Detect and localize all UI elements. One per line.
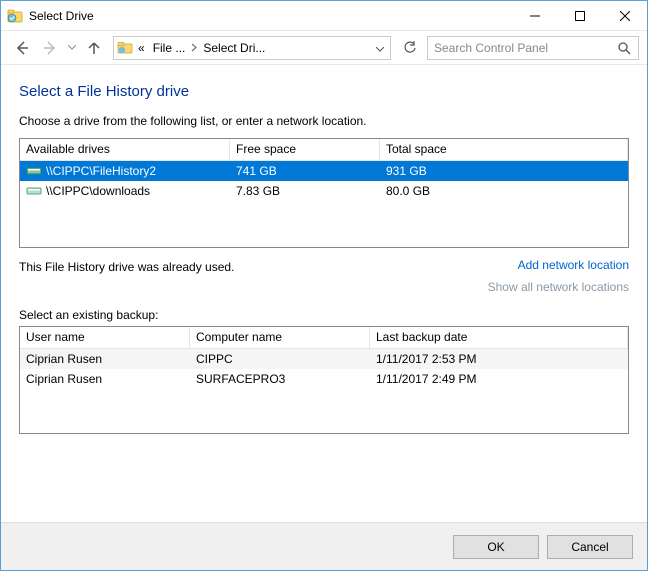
col-user-name[interactable]: User name bbox=[20, 327, 190, 348]
table-row[interactable]: \\CIPPC\FileHistory2 741 GB 931 GB bbox=[20, 161, 628, 181]
status-row: This File History drive was already used… bbox=[19, 258, 629, 294]
drives-table: Available drives Free space Total space … bbox=[19, 138, 629, 248]
table-row[interactable]: \\CIPPC\downloads 7.83 GB 80.0 GB bbox=[20, 181, 628, 201]
app-icon bbox=[7, 8, 23, 24]
ok-button[interactable]: OK bbox=[453, 535, 539, 559]
col-free-space[interactable]: Free space bbox=[230, 139, 380, 160]
breadcrumb-prefix[interactable]: « bbox=[134, 41, 149, 55]
address-dropdown-button[interactable] bbox=[372, 41, 388, 55]
drive-free: 741 GB bbox=[230, 162, 380, 180]
refresh-button[interactable] bbox=[397, 36, 421, 60]
col-last-backup[interactable]: Last backup date bbox=[370, 327, 628, 348]
close-button[interactable] bbox=[602, 1, 647, 30]
backups-table: User name Computer name Last backup date… bbox=[19, 326, 629, 434]
links: Add network location Show all network lo… bbox=[488, 258, 629, 294]
minimize-button[interactable] bbox=[512, 1, 557, 30]
navbar: « File ... Select Dri... bbox=[1, 31, 647, 65]
backups-label: Select an existing backup: bbox=[19, 308, 629, 322]
col-computer-name[interactable]: Computer name bbox=[190, 327, 370, 348]
backup-user: Ciprian Rusen bbox=[20, 350, 190, 368]
breadcrumb-part1[interactable]: File ... bbox=[149, 41, 190, 55]
show-all-network-locations-link[interactable]: Show all network locations bbox=[488, 280, 629, 294]
table-row[interactable]: Ciprian Rusen SURFACEPRO3 1/11/2017 2:49… bbox=[20, 369, 628, 389]
recent-dropdown-button[interactable] bbox=[65, 35, 79, 61]
breadcrumb-part2[interactable]: Select Dri... bbox=[199, 41, 269, 55]
button-bar: OK Cancel bbox=[1, 522, 647, 570]
backup-date: 1/11/2017 2:53 PM bbox=[370, 350, 628, 368]
page-title: Select a File History drive bbox=[19, 83, 629, 100]
back-button[interactable] bbox=[9, 35, 35, 61]
backup-user: Ciprian Rusen bbox=[20, 370, 190, 388]
up-button[interactable] bbox=[81, 35, 107, 61]
drive-total: 80.0 GB bbox=[380, 182, 628, 200]
instruction-text: Choose a drive from the following list, … bbox=[19, 114, 629, 128]
maximize-button[interactable] bbox=[557, 1, 602, 30]
status-message: This File History drive was already used… bbox=[19, 258, 488, 274]
forward-button[interactable] bbox=[37, 35, 63, 61]
address-bar[interactable]: « File ... Select Dri... bbox=[113, 36, 391, 60]
window-title: Select Drive bbox=[29, 9, 94, 23]
drive-total: 931 GB bbox=[380, 162, 628, 180]
backup-computer: SURFACEPRO3 bbox=[190, 370, 370, 388]
drive-free: 7.83 GB bbox=[230, 182, 380, 200]
drive-name: \\CIPPC\downloads bbox=[46, 184, 150, 198]
backups-table-header: User name Computer name Last backup date bbox=[20, 327, 628, 349]
drive-icon bbox=[26, 164, 42, 178]
content-area: Select a File History drive Choose a dri… bbox=[1, 65, 647, 522]
drive-name: \\CIPPC\FileHistory2 bbox=[46, 164, 156, 178]
search-box[interactable] bbox=[427, 36, 639, 60]
drive-icon bbox=[26, 184, 42, 198]
window-controls bbox=[512, 1, 647, 30]
col-total-space[interactable]: Total space bbox=[380, 139, 628, 160]
folder-icon bbox=[116, 40, 134, 56]
backup-computer: CIPPC bbox=[190, 350, 370, 368]
cancel-button[interactable]: Cancel bbox=[547, 535, 633, 559]
table-row[interactable]: Ciprian Rusen CIPPC 1/11/2017 2:53 PM bbox=[20, 349, 628, 369]
chevron-right-icon[interactable] bbox=[189, 41, 199, 55]
window: Select Drive bbox=[0, 0, 648, 571]
backup-date: 1/11/2017 2:49 PM bbox=[370, 370, 628, 388]
add-network-location-link[interactable]: Add network location bbox=[518, 258, 629, 272]
search-icon[interactable] bbox=[610, 41, 638, 55]
drives-table-header: Available drives Free space Total space bbox=[20, 139, 628, 161]
search-input[interactable] bbox=[428, 41, 610, 55]
col-available-drives[interactable]: Available drives bbox=[20, 139, 230, 160]
titlebar: Select Drive bbox=[1, 1, 647, 31]
